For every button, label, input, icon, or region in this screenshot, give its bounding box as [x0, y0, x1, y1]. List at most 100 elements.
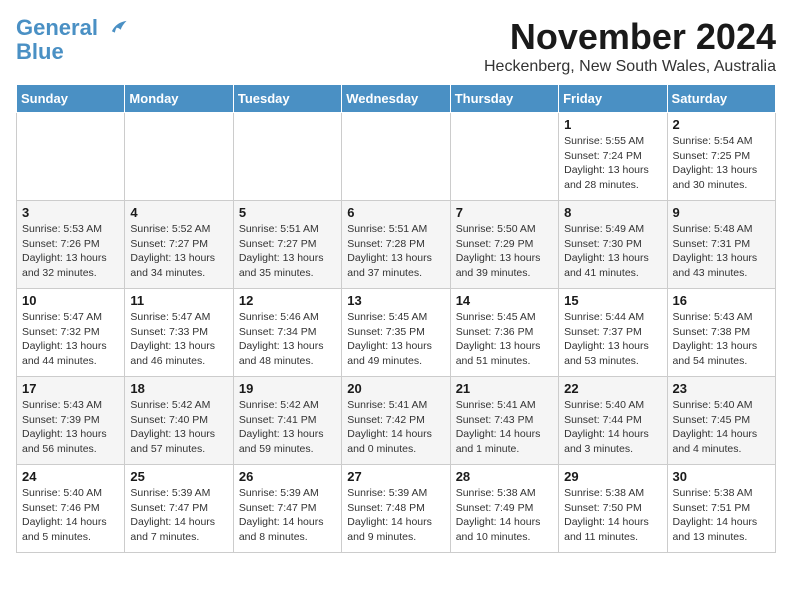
- calendar-cell: 9 Sunrise: 5:48 AM Sunset: 7:31 PM Daylig…: [667, 201, 775, 289]
- day-number: 4: [130, 205, 227, 220]
- day-info: Sunrise: 5:47 AM Sunset: 7:33 PM Dayligh…: [130, 310, 227, 369]
- day-number: 8: [564, 205, 661, 220]
- calendar-cell: 30 Sunrise: 5:38 AM Sunset: 7:51 PM Dayli…: [667, 465, 775, 553]
- calendar-cell: 2 Sunrise: 5:54 AM Sunset: 7:25 PM Daylig…: [667, 113, 775, 201]
- calendar-cell: 20 Sunrise: 5:41 AM Sunset: 7:42 PM Dayli…: [342, 377, 450, 465]
- day-number: 25: [130, 469, 227, 484]
- day-info: Sunrise: 5:45 AM Sunset: 7:35 PM Dayligh…: [347, 310, 444, 369]
- header-day: Sunday: [17, 85, 125, 113]
- day-info: Sunrise: 5:51 AM Sunset: 7:27 PM Dayligh…: [239, 222, 336, 281]
- day-number: 13: [347, 293, 444, 308]
- calendar-cell: 22 Sunrise: 5:40 AM Sunset: 7:44 PM Dayli…: [559, 377, 667, 465]
- header-day: Wednesday: [342, 85, 450, 113]
- day-info: Sunrise: 5:48 AM Sunset: 7:31 PM Dayligh…: [673, 222, 770, 281]
- day-number: 27: [347, 469, 444, 484]
- calendar-cell: 3 Sunrise: 5:53 AM Sunset: 7:26 PM Daylig…: [17, 201, 125, 289]
- calendar-cell: 5 Sunrise: 5:51 AM Sunset: 7:27 PM Daylig…: [233, 201, 341, 289]
- calendar-table: SundayMondayTuesdayWednesdayThursdayFrid…: [16, 84, 776, 553]
- header-day: Thursday: [450, 85, 558, 113]
- calendar-cell: [342, 113, 450, 201]
- header-day: Saturday: [667, 85, 775, 113]
- day-info: Sunrise: 5:40 AM Sunset: 7:46 PM Dayligh…: [22, 486, 119, 545]
- day-info: Sunrise: 5:38 AM Sunset: 7:51 PM Dayligh…: [673, 486, 770, 545]
- day-number: 9: [673, 205, 770, 220]
- day-number: 15: [564, 293, 661, 308]
- calendar-cell: [450, 113, 558, 201]
- day-number: 2: [673, 117, 770, 132]
- day-number: 11: [130, 293, 227, 308]
- calendar-cell: 21Sunrise: 5:41 AM Sunset: 7:43 PM Dayli…: [450, 377, 558, 465]
- day-info: Sunrise: 5:43 AM Sunset: 7:39 PM Dayligh…: [22, 398, 119, 457]
- day-number: 22: [564, 381, 661, 396]
- calendar-cell: 11 Sunrise: 5:47 AM Sunset: 7:33 PM Dayli…: [125, 289, 233, 377]
- day-number: 14: [456, 293, 553, 308]
- day-info: Sunrise: 5:41 AM Sunset: 7:42 PM Dayligh…: [347, 398, 444, 457]
- day-number: 17: [22, 381, 119, 396]
- day-info: Sunrise: 5:39 AM Sunset: 7:47 PM Dayligh…: [239, 486, 336, 545]
- day-number: 30: [673, 469, 770, 484]
- calendar-cell: 29Sunrise: 5:38 AM Sunset: 7:50 PM Dayli…: [559, 465, 667, 553]
- calendar-cell: 8 Sunrise: 5:49 AM Sunset: 7:30 PM Daylig…: [559, 201, 667, 289]
- logo-bird-icon: [106, 18, 128, 40]
- header-day: Friday: [559, 85, 667, 113]
- calendar-cell: [125, 113, 233, 201]
- day-number: 7: [456, 205, 553, 220]
- month-title: November 2024: [484, 16, 776, 58]
- day-number: 21: [456, 381, 553, 396]
- day-info: Sunrise: 5:47 AM Sunset: 7:32 PM Dayligh…: [22, 310, 119, 369]
- day-info: Sunrise: 5:42 AM Sunset: 7:41 PM Dayligh…: [239, 398, 336, 457]
- day-number: 28: [456, 469, 553, 484]
- day-info: Sunrise: 5:53 AM Sunset: 7:26 PM Dayligh…: [22, 222, 119, 281]
- calendar-cell: 12 Sunrise: 5:46 AM Sunset: 7:34 PM Dayli…: [233, 289, 341, 377]
- logo-text: General: [16, 16, 128, 40]
- header-day: Tuesday: [233, 85, 341, 113]
- calendar-cell: 26 Sunrise: 5:39 AM Sunset: 7:47 PM Dayli…: [233, 465, 341, 553]
- day-info: Sunrise: 5:38 AM Sunset: 7:50 PM Dayligh…: [564, 486, 661, 545]
- day-info: Sunrise: 5:46 AM Sunset: 7:34 PM Dayligh…: [239, 310, 336, 369]
- day-number: 26: [239, 469, 336, 484]
- title-section: November 2024 Heckenberg, New South Wale…: [484, 16, 776, 76]
- day-info: Sunrise: 5:38 AM Sunset: 7:49 PM Dayligh…: [456, 486, 553, 545]
- calendar-week-row: 17 Sunrise: 5:43 AM Sunset: 7:39 PM Dayli…: [17, 377, 776, 465]
- day-info: Sunrise: 5:42 AM Sunset: 7:40 PM Dayligh…: [130, 398, 227, 457]
- calendar-cell: 13 Sunrise: 5:45 AM Sunset: 7:35 PM Dayli…: [342, 289, 450, 377]
- day-number: 12: [239, 293, 336, 308]
- calendar-cell: 1 Sunrise: 5:55 AM Sunset: 7:24 PM Daylig…: [559, 113, 667, 201]
- day-info: Sunrise: 5:52 AM Sunset: 7:27 PM Dayligh…: [130, 222, 227, 281]
- day-number: 16: [673, 293, 770, 308]
- header: General Blue November 2024 Heckenberg, N…: [16, 16, 776, 76]
- day-number: 24: [22, 469, 119, 484]
- logo: General Blue: [16, 16, 128, 64]
- calendar-cell: 6 Sunrise: 5:51 AM Sunset: 7:28 PM Daylig…: [342, 201, 450, 289]
- calendar-cell: 7 Sunrise: 5:50 AM Sunset: 7:29 PM Daylig…: [450, 201, 558, 289]
- calendar-week-row: 1 Sunrise: 5:55 AM Sunset: 7:24 PM Daylig…: [17, 113, 776, 201]
- day-number: 1: [564, 117, 661, 132]
- day-info: Sunrise: 5:55 AM Sunset: 7:24 PM Dayligh…: [564, 134, 661, 193]
- day-info: Sunrise: 5:54 AM Sunset: 7:25 PM Dayligh…: [673, 134, 770, 193]
- calendar-week-row: 24 Sunrise: 5:40 AM Sunset: 7:46 PM Dayli…: [17, 465, 776, 553]
- calendar-cell: 27 Sunrise: 5:39 AM Sunset: 7:48 PM Dayli…: [342, 465, 450, 553]
- day-number: 6: [347, 205, 444, 220]
- day-info: Sunrise: 5:51 AM Sunset: 7:28 PM Dayligh…: [347, 222, 444, 281]
- day-info: Sunrise: 5:39 AM Sunset: 7:48 PM Dayligh…: [347, 486, 444, 545]
- day-number: 5: [239, 205, 336, 220]
- header-row: SundayMondayTuesdayWednesdayThursdayFrid…: [17, 85, 776, 113]
- calendar-cell: 18 Sunrise: 5:42 AM Sunset: 7:40 PM Dayli…: [125, 377, 233, 465]
- logo-blue: Blue: [16, 40, 128, 64]
- day-number: 10: [22, 293, 119, 308]
- day-info: Sunrise: 5:50 AM Sunset: 7:29 PM Dayligh…: [456, 222, 553, 281]
- calendar-week-row: 3 Sunrise: 5:53 AM Sunset: 7:26 PM Daylig…: [17, 201, 776, 289]
- day-info: Sunrise: 5:44 AM Sunset: 7:37 PM Dayligh…: [564, 310, 661, 369]
- day-number: 3: [22, 205, 119, 220]
- day-number: 20: [347, 381, 444, 396]
- calendar-cell: 23Sunrise: 5:40 AM Sunset: 7:45 PM Dayli…: [667, 377, 775, 465]
- day-info: Sunrise: 5:45 AM Sunset: 7:36 PM Dayligh…: [456, 310, 553, 369]
- calendar-cell: 17 Sunrise: 5:43 AM Sunset: 7:39 PM Dayli…: [17, 377, 125, 465]
- day-info: Sunrise: 5:43 AM Sunset: 7:38 PM Dayligh…: [673, 310, 770, 369]
- calendar-cell: 25 Sunrise: 5:39 AM Sunset: 7:47 PM Dayli…: [125, 465, 233, 553]
- day-info: Sunrise: 5:49 AM Sunset: 7:30 PM Dayligh…: [564, 222, 661, 281]
- day-number: 18: [130, 381, 227, 396]
- calendar-cell: 24 Sunrise: 5:40 AM Sunset: 7:46 PM Dayli…: [17, 465, 125, 553]
- day-info: Sunrise: 5:40 AM Sunset: 7:44 PM Dayligh…: [564, 398, 661, 457]
- day-info: Sunrise: 5:39 AM Sunset: 7:47 PM Dayligh…: [130, 486, 227, 545]
